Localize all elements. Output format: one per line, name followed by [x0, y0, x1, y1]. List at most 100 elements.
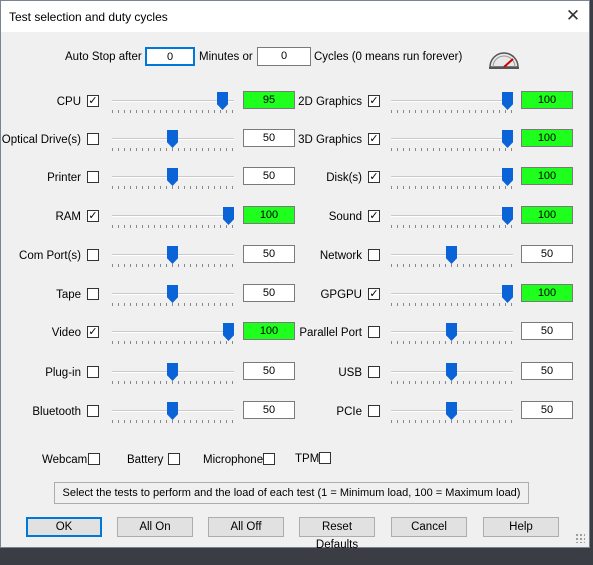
- slider-ticks: [112, 341, 234, 344]
- pcie-load-value[interactable]: 50: [521, 401, 573, 419]
- network-load-slider[interactable]: [391, 245, 513, 267]
- checkmark-icon: ✓: [369, 288, 379, 300]
- usb-checkbox[interactable]: [368, 366, 380, 378]
- slider-thumb[interactable]: [223, 207, 234, 225]
- 3d-graphics-load-slider[interactable]: [391, 129, 513, 151]
- bluetooth-load-value[interactable]: 50: [243, 401, 295, 419]
- ram-load-value[interactable]: 100: [243, 206, 295, 224]
- printer-load-slider[interactable]: [112, 167, 234, 189]
- help-button[interactable]: Help: [483, 517, 559, 537]
- slider-thumb[interactable]: [223, 323, 234, 341]
- slider-ticks: [391, 110, 513, 113]
- gpgpu-load-slider[interactable]: [391, 284, 513, 306]
- pcie-load-slider[interactable]: [391, 401, 513, 423]
- tape-load-slider[interactable]: [112, 284, 234, 306]
- optical-drive-s-load-slider[interactable]: [112, 129, 234, 151]
- sound-checkbox[interactable]: ✓: [368, 210, 380, 222]
- usb-load-value[interactable]: 50: [521, 362, 573, 380]
- sound-load-slider[interactable]: [391, 206, 513, 228]
- slider-thumb[interactable]: [167, 130, 178, 148]
- all-off-button[interactable]: All Off: [208, 517, 284, 537]
- slider-track: [112, 100, 234, 102]
- all-on-button[interactable]: All On: [117, 517, 193, 537]
- com-port-s-checkbox[interactable]: [87, 249, 99, 261]
- com-port-s-load-slider[interactable]: [112, 245, 234, 267]
- 2d-graphics-load-value[interactable]: 100: [521, 91, 573, 109]
- tape-checkbox[interactable]: [87, 288, 99, 300]
- 2d-graphics-load-slider[interactable]: [391, 91, 513, 113]
- printer-load-value[interactable]: 50: [243, 167, 295, 185]
- slider-thumb[interactable]: [502, 285, 513, 303]
- plug-in-load-value[interactable]: 50: [243, 362, 295, 380]
- parallel-port-checkbox[interactable]: [368, 326, 380, 338]
- printer-checkbox[interactable]: [87, 171, 99, 183]
- webcam-checkbox[interactable]: [88, 453, 100, 465]
- gpgpu-load-value[interactable]: 100: [521, 284, 573, 302]
- slider-thumb[interactable]: [167, 285, 178, 303]
- slider-track: [391, 215, 513, 217]
- slider-thumb[interactable]: [167, 363, 178, 381]
- minutes-input[interactable]: 0: [145, 47, 195, 66]
- test-label-bluetooth: Bluetooth: [32, 406, 81, 418]
- com-port-s-load-value[interactable]: 50: [243, 245, 295, 263]
- video-checkbox[interactable]: ✓: [87, 326, 99, 338]
- tape-load-value[interactable]: 50: [243, 284, 295, 302]
- slider-ticks: [112, 186, 234, 189]
- 2d-graphics-checkbox[interactable]: ✓: [368, 95, 380, 107]
- parallel-port-load-value[interactable]: 50: [521, 322, 573, 340]
- cpu-load-slider[interactable]: [112, 91, 234, 113]
- slider-thumb[interactable]: [446, 363, 457, 381]
- usb-load-slider[interactable]: [391, 362, 513, 384]
- slider-thumb[interactable]: [502, 168, 513, 186]
- gpgpu-checkbox[interactable]: ✓: [368, 288, 380, 300]
- slider-thumb[interactable]: [167, 402, 178, 420]
- slider-thumb[interactable]: [502, 92, 513, 110]
- sound-load-value[interactable]: 100: [521, 206, 573, 224]
- optical-drive-s-checkbox[interactable]: [87, 133, 99, 145]
- optical-drive-s-load-value[interactable]: 50: [243, 129, 295, 147]
- microphone-checkbox[interactable]: [263, 453, 275, 465]
- cpu-load-value[interactable]: 95: [243, 91, 295, 109]
- 3d-graphics-load-value[interactable]: 100: [521, 129, 573, 147]
- bluetooth-checkbox[interactable]: [87, 405, 99, 417]
- cycles-input[interactable]: 0: [257, 47, 311, 66]
- cpu-checkbox[interactable]: ✓: [87, 95, 99, 107]
- ram-load-slider[interactable]: [112, 206, 234, 228]
- slider-thumb[interactable]: [167, 246, 178, 264]
- reset-defaults-button[interactable]: Reset Defaults: [299, 517, 375, 551]
- disk-s-load-slider[interactable]: [391, 167, 513, 189]
- slider-thumb[interactable]: [446, 246, 457, 264]
- parallel-port-load-slider[interactable]: [391, 322, 513, 344]
- slider-track: [391, 176, 513, 178]
- bluetooth-load-slider[interactable]: [112, 401, 234, 423]
- ok-button[interactable]: OK: [26, 517, 102, 537]
- close-button[interactable]: ✕: [563, 6, 583, 26]
- pcie-checkbox[interactable]: [368, 405, 380, 417]
- ram-checkbox[interactable]: ✓: [87, 210, 99, 222]
- resize-grip-icon[interactable]: [575, 533, 585, 543]
- slider-thumb[interactable]: [446, 402, 457, 420]
- speedometer-icon[interactable]: [488, 48, 520, 70]
- disk-s-load-value[interactable]: 100: [521, 167, 573, 185]
- disk-s-checkbox[interactable]: ✓: [368, 171, 380, 183]
- checkmark-icon: ✓: [369, 95, 379, 107]
- 3d-graphics-checkbox[interactable]: ✓: [368, 133, 380, 145]
- slider-ticks: [112, 148, 234, 151]
- video-load-value[interactable]: 100: [243, 322, 295, 340]
- slider-thumb[interactable]: [502, 207, 513, 225]
- slider-thumb[interactable]: [167, 168, 178, 186]
- network-checkbox[interactable]: [368, 249, 380, 261]
- slider-track: [391, 100, 513, 102]
- plug-in-load-slider[interactable]: [112, 362, 234, 384]
- battery-checkbox[interactable]: [168, 453, 180, 465]
- tpm-checkbox[interactable]: [319, 452, 331, 464]
- cancel-button[interactable]: Cancel: [391, 517, 467, 537]
- slider-ticks: [391, 420, 513, 423]
- slider-thumb[interactable]: [446, 323, 457, 341]
- network-load-value[interactable]: 50: [521, 245, 573, 263]
- slider-thumb[interactable]: [217, 92, 228, 110]
- slider-thumb[interactable]: [502, 130, 513, 148]
- plug-in-checkbox[interactable]: [87, 366, 99, 378]
- video-load-slider[interactable]: [112, 322, 234, 344]
- test-label-gpgpu: GPGPU: [320, 289, 362, 301]
